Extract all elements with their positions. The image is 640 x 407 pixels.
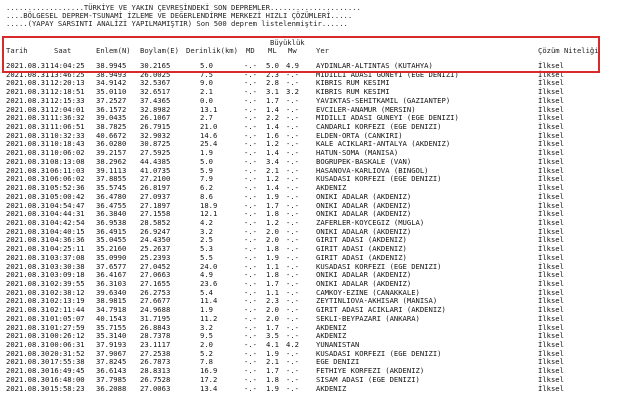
- cell-solution-quality: İlksel: [538, 383, 564, 393]
- earthquake-list-page: ..................TÜRKİYE VE YAKIN ÇEVRE…: [0, 0, 640, 407]
- cell-md: -.-: [244, 383, 257, 393]
- cell-date: 2021.08.30: [6, 383, 50, 393]
- cell-ml: 1.9: [266, 383, 279, 393]
- cell-longitude: 27.0063: [140, 383, 171, 393]
- earthquake-table: 2021.08.31 14:04:25 38.9945 30.2165 5.0 -.- 5.…: [0, 61, 640, 394]
- header-line-3: .....(YAPAY SARSINTI ANALİZİ YAPILMAMIŞT…: [6, 19, 348, 28]
- cell-latitude: 36.2088: [96, 383, 127, 393]
- table-row: 2021.08.30 15:58:23 36.2088 27.0063 13.4 -.- 1…: [0, 383, 640, 394]
- cell-location: AKDENIZ: [316, 383, 347, 393]
- highlight-box: [2, 36, 600, 73]
- cell-depth: 13.4: [200, 383, 218, 393]
- cell-time: 15:58:23: [50, 383, 85, 393]
- cell-mw: -.-: [286, 383, 299, 393]
